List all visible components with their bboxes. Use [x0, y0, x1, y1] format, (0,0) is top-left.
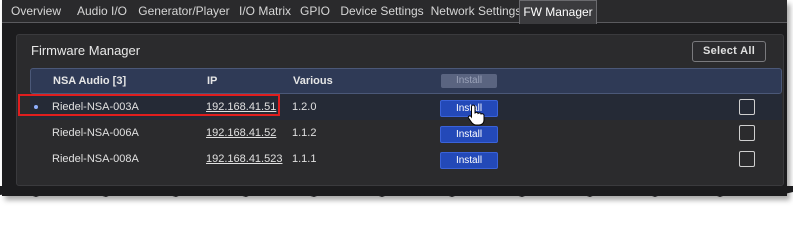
- annotation-highlight-box: [18, 94, 280, 116]
- install-button[interactable]: Install: [440, 152, 498, 169]
- device-version: 1.1.1: [292, 153, 317, 165]
- tab-io-matrix[interactable]: I/O Matrix: [235, 0, 295, 22]
- select-all-button[interactable]: Select All: [692, 41, 766, 62]
- table-row[interactable]: Riedel-NSA-006A 192.168.41.52 1.1.2 Inst…: [30, 120, 782, 146]
- table-header: NSA Audio [3] IP Various Install: [30, 68, 782, 94]
- app-window: Overview Audio I/O Generator/Player I/O …: [2, 0, 787, 196]
- device-version: 1.1.2: [292, 127, 317, 139]
- tab-fw-manager[interactable]: FW Manager: [519, 0, 597, 24]
- row-checkbox[interactable]: [739, 125, 755, 141]
- column-header-various[interactable]: Various: [293, 69, 333, 93]
- tab-bar: Overview Audio I/O Generator/Player I/O …: [2, 0, 787, 24]
- device-name: Riedel-NSA-006A: [52, 127, 139, 139]
- tab-device-settings[interactable]: Device Settings: [339, 0, 425, 22]
- torn-edge-decoration: [0, 186, 793, 197]
- tab-overview[interactable]: Overview: [8, 0, 64, 22]
- tab-generator-player[interactable]: Generator/Player: [138, 0, 230, 22]
- panel-title: Firmware Manager: [31, 43, 141, 58]
- table-row[interactable]: Riedel-NSA-008A 192.168.41.523 1.1.1 Ins…: [30, 146, 782, 172]
- row-checkbox[interactable]: [739, 151, 755, 167]
- device-ip-link[interactable]: 192.168.41.523: [206, 146, 282, 172]
- column-header-name[interactable]: NSA Audio [3]: [53, 69, 126, 93]
- device-version: 1.2.0: [292, 101, 317, 113]
- tab-audio-io[interactable]: Audio I/O: [72, 0, 132, 22]
- row-checkbox[interactable]: [739, 99, 755, 115]
- device-name: Riedel-NSA-008A: [52, 153, 139, 165]
- install-all-button[interactable]: Install: [441, 74, 497, 88]
- device-ip-link[interactable]: 192.168.41.52: [206, 120, 276, 146]
- column-header-ip[interactable]: IP: [207, 69, 217, 93]
- install-button[interactable]: Install: [440, 126, 498, 143]
- tab-gpio[interactable]: GPIO: [298, 0, 332, 22]
- hand-pointer-icon: [467, 104, 485, 126]
- tab-network-settings[interactable]: Network Settings: [429, 0, 523, 22]
